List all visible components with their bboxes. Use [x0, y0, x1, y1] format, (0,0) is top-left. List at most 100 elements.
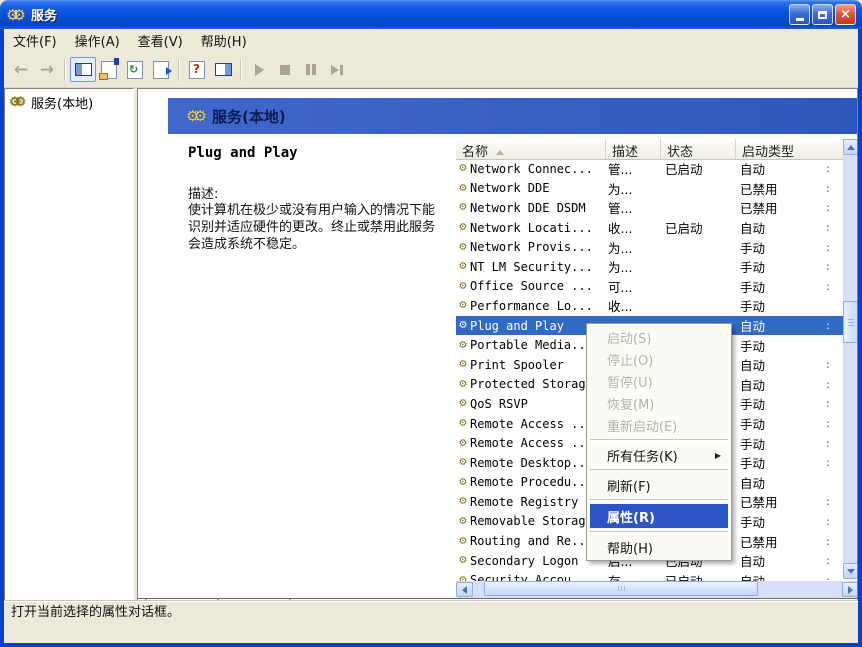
service-startup-type: 手动	[740, 299, 766, 315]
column-header-startup-type[interactable]: 启动类型	[736, 139, 826, 160]
menu-separator	[590, 531, 728, 533]
back-button: ←	[8, 57, 34, 82]
service-startup-type: 自动	[740, 319, 766, 335]
menu-item-label: 刷新(F)	[607, 479, 651, 495]
column-header-status[interactable]: 状态	[661, 139, 736, 160]
service-startup-type: 已禁用	[740, 534, 778, 550]
horizontal-scroll-thumb[interactable]	[484, 581, 758, 596]
service-gear-icon: ⚙	[458, 418, 468, 430]
service-gear-icon: ⚙	[458, 359, 468, 371]
scroll-down-button[interactable]	[843, 563, 857, 579]
service-startup-type: 已禁用	[740, 495, 778, 511]
vertical-scroll-thumb[interactable]	[843, 301, 857, 343]
service-startup-type: 自动	[736, 571, 826, 581]
back-icon: ←	[13, 59, 29, 80]
service-gear-icon: ⚙	[458, 182, 468, 194]
services-gears-icon: ⚙⚙	[6, 5, 26, 24]
maximize-button[interactable]	[812, 4, 833, 25]
column-header-name[interactable]: 名称	[456, 139, 606, 160]
menu-item-label: 所有任务(K)	[607, 449, 678, 465]
window-border-bottom	[0, 643, 862, 647]
service-row[interactable]: ⚙ Performance Lo... 收... 手动	[456, 296, 843, 316]
status-text: 打开当前选择的属性对话框。	[11, 605, 181, 620]
service-startup-type: 已禁用	[740, 181, 778, 197]
service-name: Network Provis...	[470, 240, 593, 255]
context-menu-item: 恢复(M)	[587, 392, 731, 414]
context-menu-item[interactable]: 帮助(H)	[587, 536, 731, 558]
menu-bar: 文件(F) 操作(A) 查看(V) 帮助(H)	[4, 29, 858, 52]
context-menu: 启动(S) 停止(O) 暂停(U) 恢复(M) 重新启动(E) 所有任务(K) ▶ 刷新(F)…	[586, 323, 732, 561]
menu-action[interactable]: 操作(A)	[66, 29, 129, 52]
tree-item-services-local[interactable]: ⚙⚙ 服务(本地)	[5, 89, 133, 112]
service-row[interactable]: ⚙Security Accou存...已启动自动:	[456, 570, 843, 581]
service-row[interactable]: ⚙ NT LM Security... 为... 手动:	[456, 257, 843, 277]
scroll-down-icon	[847, 568, 855, 574]
extended-view-button[interactable]	[210, 57, 236, 82]
context-menu-item[interactable]: 所有任务(K) ▶	[587, 444, 731, 466]
service-name: Network Connec...	[470, 161, 593, 176]
service-description: 管...	[608, 201, 633, 217]
close-icon: ×	[840, 7, 851, 22]
service-row-sliver: :	[826, 377, 830, 391]
maximize-icon	[818, 10, 827, 19]
scroll-right-button[interactable]	[842, 582, 857, 597]
title-bar[interactable]: ⚙⚙ 服务 ×	[0, 0, 862, 29]
export-list-button[interactable]	[148, 57, 174, 82]
menu-item-label: 暂停(U)	[607, 375, 653, 391]
service-row[interactable]: ⚙ Network Locati... 收... 已启动 自动:	[456, 218, 843, 238]
toolbar: ← → ↻ ?	[4, 52, 858, 88]
close-button[interactable]: ×	[835, 4, 856, 25]
service-startup-type: 自动	[740, 475, 766, 491]
service-gear-icon: ⚙	[458, 202, 468, 214]
service-gear-icon: ⚙	[458, 398, 468, 410]
selected-service-name: Plug and Play	[188, 145, 298, 161]
properties-button[interactable]	[96, 57, 122, 82]
service-row-sliver: :	[826, 162, 830, 176]
column-header-description[interactable]: 描述	[606, 139, 661, 160]
refresh-button[interactable]: ↻	[122, 57, 148, 82]
details-pane: ⚙⚙ 服务(本地) Plug and Play 描述: 使计算机在极少或没有用户…	[137, 88, 858, 620]
menu-item-label: 停止(O)	[607, 353, 654, 369]
scroll-up-button[interactable]	[843, 139, 857, 155]
service-description: 收...	[608, 299, 633, 315]
tree-item-label: 服务(本地)	[31, 97, 94, 112]
service-row-sliver: :	[826, 417, 830, 431]
service-startup-type: 已禁用	[740, 201, 778, 217]
context-menu-item[interactable]: 刷新(F)	[587, 474, 731, 496]
pause-icon	[306, 64, 316, 75]
context-menu-item: 启动(S)	[587, 326, 731, 348]
refresh-icon: ↻	[127, 60, 143, 79]
submenu-arrow-icon: ▶	[714, 450, 721, 460]
menu-view[interactable]: 查看(V)	[129, 29, 192, 52]
menu-file[interactable]: 文件(F)	[4, 29, 66, 52]
show-console-tree-button[interactable]	[70, 57, 96, 82]
menu-help[interactable]: 帮助(H)	[192, 29, 256, 52]
scroll-left-button[interactable]	[456, 582, 473, 597]
help-button[interactable]: ?	[184, 57, 210, 82]
extended-view-header: ⚙⚙ 服务(本地)	[168, 98, 857, 134]
service-name: Security Accou	[470, 573, 572, 581]
service-row[interactable]: ⚙ Network Connec... 管... 已启动 自动:	[456, 159, 843, 179]
service-row[interactable]: ⚙ Network Provis... 为... 手动:	[456, 237, 843, 257]
scroll-left-icon	[462, 585, 467, 594]
toolbar-separator	[240, 58, 242, 81]
service-gear-icon: ⚙	[458, 280, 468, 292]
service-gear-icon: ⚙	[458, 555, 468, 567]
description-text: 使计算机在极少或没有用户输入的情况下能识别并适应硬件的更改。终止或禁用此服务会造…	[188, 203, 436, 252]
service-row[interactable]: ⚙ Network DDE 为... 已禁用:	[456, 179, 843, 199]
service-row[interactable]: ⚙ Office Source ... 可... 手动:	[456, 277, 843, 297]
service-startup-type: 手动	[740, 260, 766, 276]
context-menu-item: 重新启动(E)	[587, 414, 731, 436]
service-status: 已启动	[665, 162, 703, 178]
service-row-sliver: :	[826, 554, 830, 568]
vertical-scrollbar[interactable]	[843, 139, 857, 579]
context-menu-item[interactable]: 属性(R)	[590, 504, 728, 528]
service-gear-icon: ⚙	[458, 222, 468, 234]
service-name: Network Locati...	[470, 220, 593, 235]
minimize-button[interactable]	[789, 4, 810, 25]
service-gear-icon: ⚙	[458, 300, 468, 312]
horizontal-scrollbar[interactable]	[456, 581, 857, 598]
sort-ascending-icon	[496, 150, 505, 155]
service-row[interactable]: ⚙ Network DDE DSDM 管... 已禁用:	[456, 198, 843, 218]
service-gear-icon: ⚙	[458, 378, 468, 390]
